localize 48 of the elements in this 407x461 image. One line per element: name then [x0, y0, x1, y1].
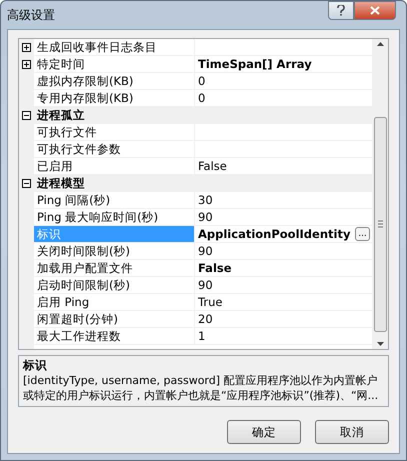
- property-value[interactable]: 0: [195, 74, 370, 88]
- property-value[interactable]: 90: [195, 244, 370, 258]
- help-button[interactable]: [328, 1, 354, 20]
- property-value[interactable]: True: [195, 295, 370, 309]
- property-name[interactable]: 可执行文件: [34, 124, 195, 140]
- category-header[interactable]: 进程孤立: [34, 107, 372, 123]
- property-value[interactable]: ApplicationPoolIdentity: [195, 227, 355, 241]
- ok-button[interactable]: 确定: [227, 420, 301, 444]
- description-title: 标识: [23, 358, 48, 373]
- property-value[interactable]: 90: [195, 278, 370, 292]
- property-name[interactable]: 最大工作进程数: [34, 328, 195, 344]
- property-name[interactable]: 启动时间限制(秒): [34, 277, 195, 293]
- close-icon: [370, 6, 380, 15]
- category-header[interactable]: 进程模型: [34, 175, 372, 191]
- property-name[interactable]: 生成回收事件日志条目: [34, 39, 195, 55]
- property-name[interactable]: 特定时间: [34, 56, 195, 72]
- collapse-icon[interactable]: [22, 178, 31, 188]
- property-value[interactable]: 90: [195, 210, 370, 224]
- property-name[interactable]: 虚拟内存限制(KB): [34, 73, 195, 89]
- property-value[interactable]: 0: [195, 91, 370, 105]
- scroll-down-icon[interactable]: [376, 342, 384, 346]
- cancel-button[interactable]: 取消: [315, 420, 389, 444]
- help-icon: [337, 5, 345, 16]
- property-name[interactable]: 关闭时间限制(秒): [34, 243, 195, 259]
- property-value[interactable]: 1: [195, 329, 370, 343]
- property-name[interactable]: 启用 Ping: [34, 294, 195, 310]
- scrollbar[interactable]: [372, 39, 388, 349]
- property-name[interactable]: 可执行文件参数: [34, 141, 195, 157]
- property-name[interactable]: 闲置超时(分钟): [34, 311, 195, 327]
- window-title: 高级设置: [7, 6, 55, 24]
- scroll-thumb[interactable]: [374, 116, 386, 332]
- browse-button[interactable]: ...: [355, 227, 370, 241]
- property-value[interactable]: 30: [195, 193, 370, 207]
- property-value[interactable]: 20: [195, 312, 370, 326]
- expand-icon[interactable]: [22, 60, 31, 68]
- property-value[interactable]: TimeSpan[] Array: [195, 57, 370, 71]
- property-name[interactable]: 专用内存限制(KB): [34, 90, 195, 106]
- scroll-up-icon[interactable]: [376, 42, 384, 46]
- expand-icon[interactable]: [22, 42, 31, 52]
- description-text: [identityType, username, password] 配置应用程序池以作为内置帐户或特定的用户标识运行，内置帐户也就是“应用程序池标识”(推荐)、“网...: [23, 373, 380, 403]
- property-name[interactable]: 已启用: [34, 158, 195, 174]
- property-name[interactable]: Ping 间隔(秒): [34, 192, 195, 208]
- property-name[interactable]: 加载用户配置文件: [34, 260, 195, 276]
- property-value[interactable]: False: [195, 159, 370, 173]
- collapse-icon[interactable]: [22, 110, 31, 120]
- property-value[interactable]: False: [195, 261, 370, 275]
- close-button[interactable]: [354, 1, 396, 20]
- property-name[interactable]: Ping 最大响应时间(秒): [34, 209, 195, 225]
